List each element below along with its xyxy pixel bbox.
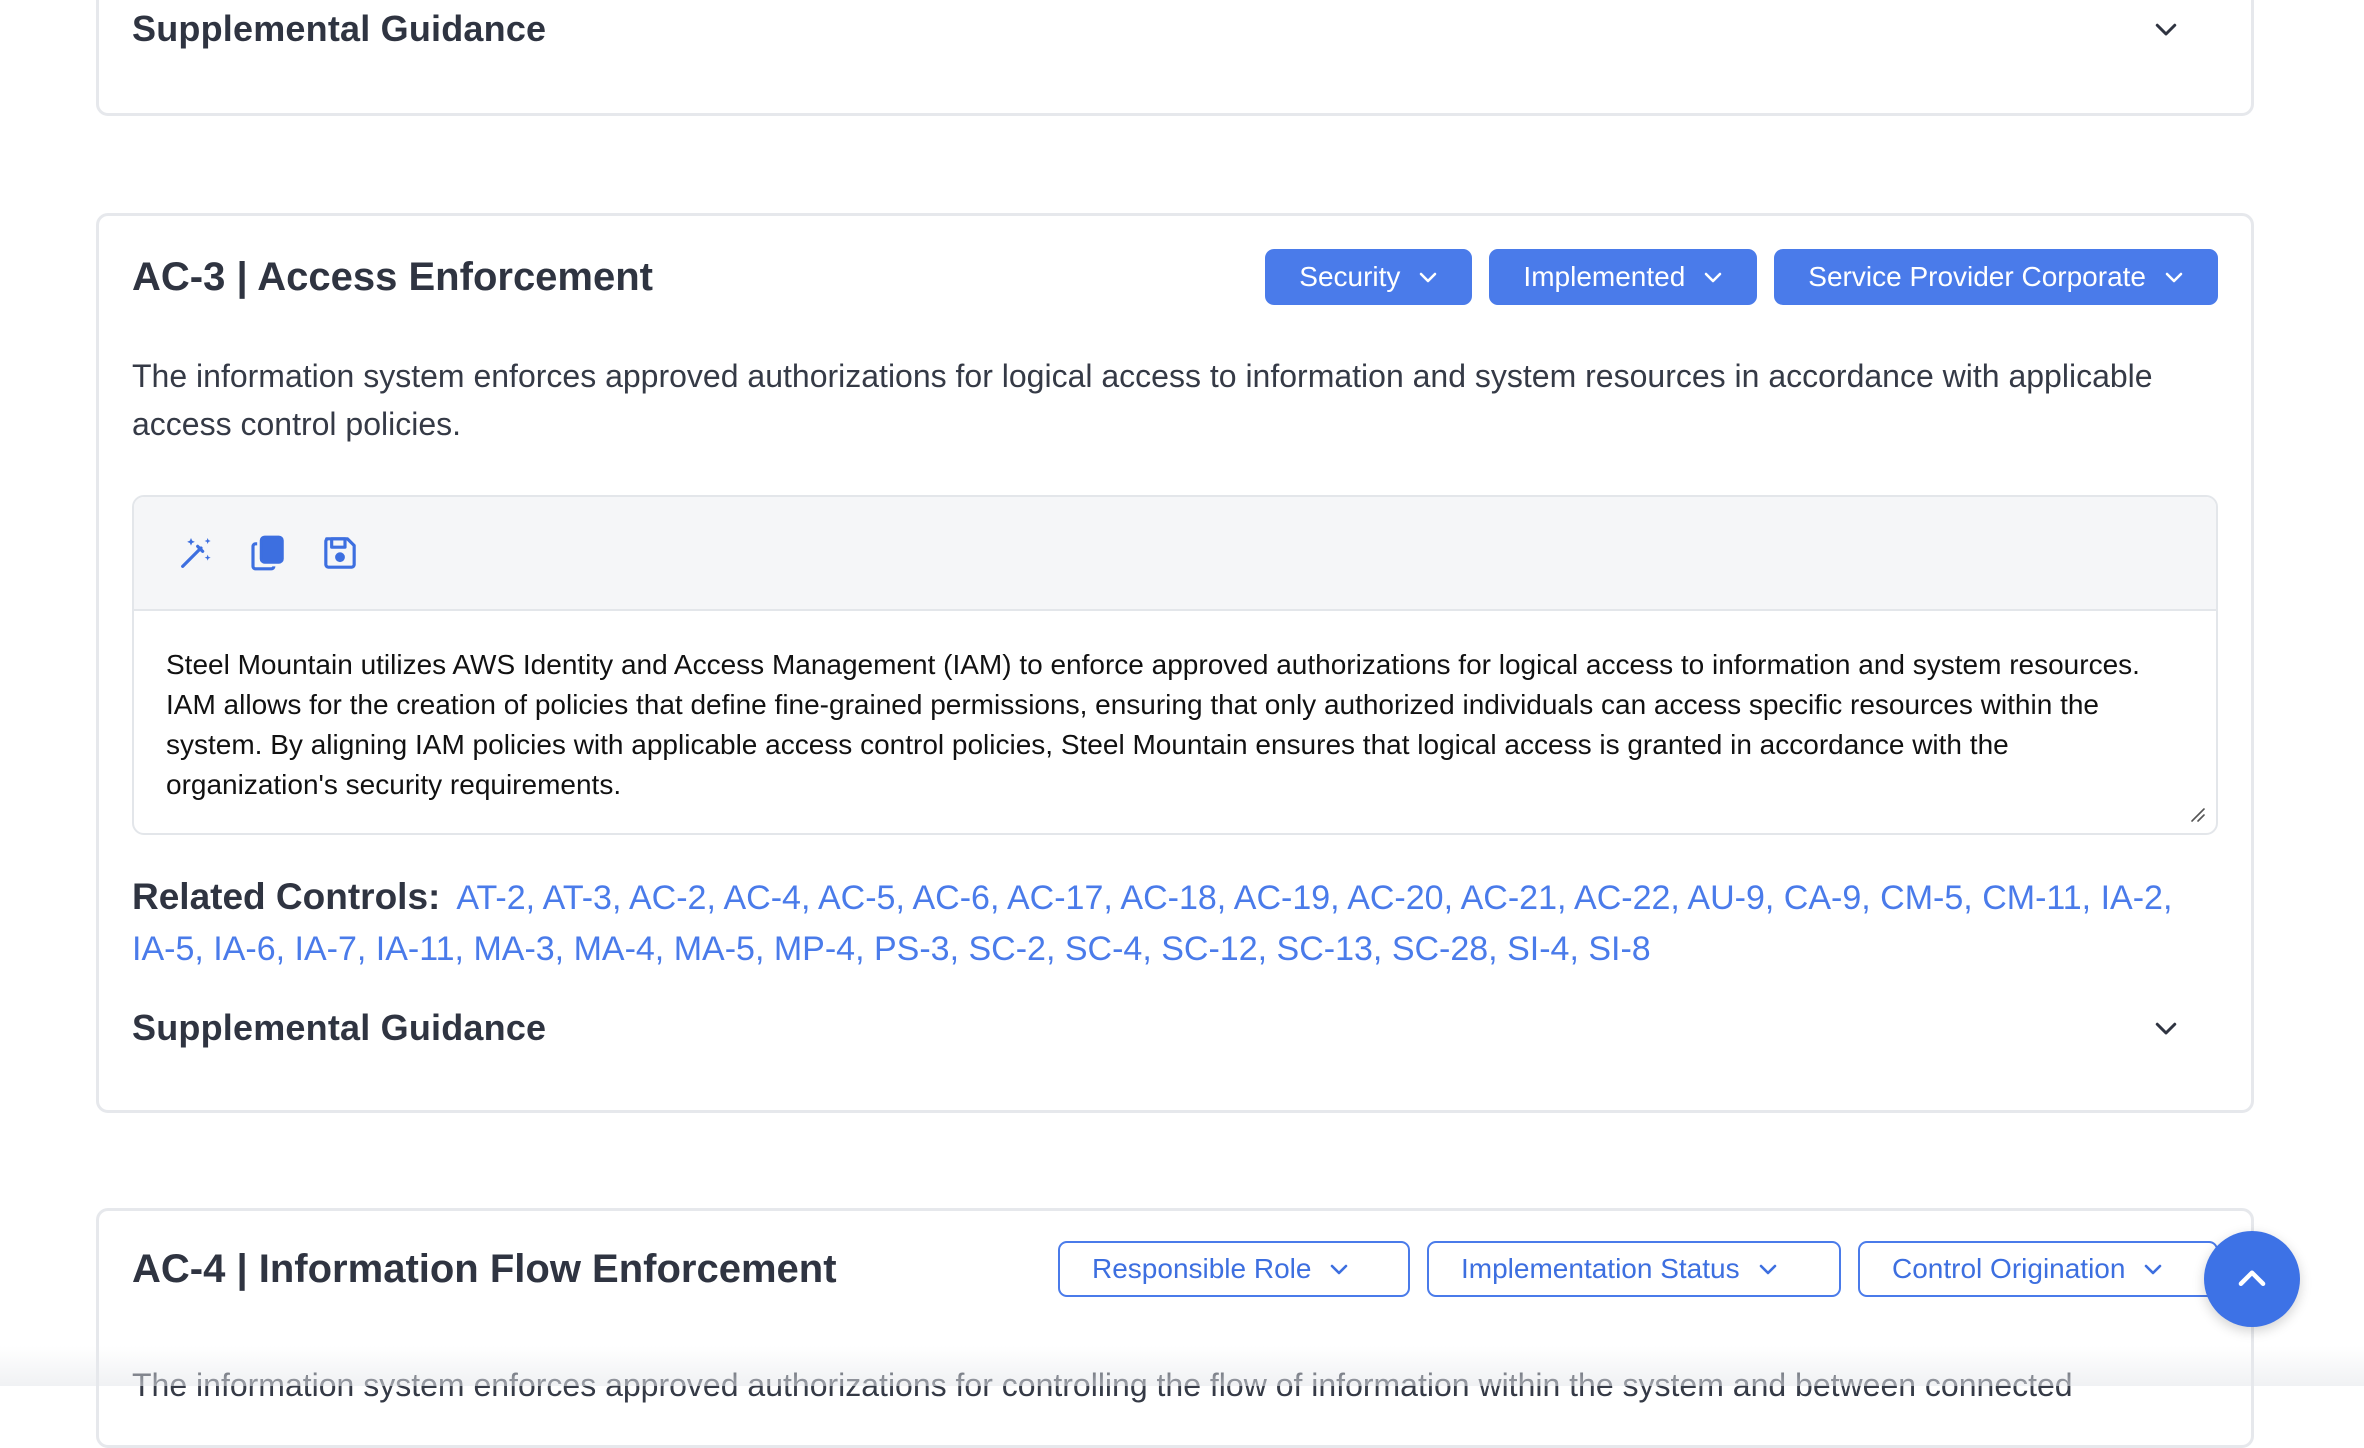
related-control-link[interactable]: CM-5,: [1880, 879, 1973, 917]
chevron-down-icon: [2145, 1264, 2162, 1275]
related-control-link[interactable]: AC-18,: [1120, 879, 1226, 917]
copy-icon[interactable]: [246, 531, 290, 575]
related-control-link[interactable]: MA-4,: [574, 930, 665, 968]
related-control-link[interactable]: AU-9,: [1687, 879, 1774, 917]
card-header: AC-3 | Access Enforcement Security Imple…: [132, 249, 2218, 305]
implementation-status-placeholder: Implementation Status: [1461, 1253, 1740, 1284]
control-dropdowns: Security Implemented Service Provider Co…: [1265, 249, 2218, 305]
related-control-link[interactable]: IA-7,: [295, 930, 367, 968]
responsible-role-dropdown[interactable]: Security: [1265, 249, 1473, 305]
chevron-up-icon: [2238, 1270, 2266, 1286]
related-control-link[interactable]: IA-2,: [2101, 879, 2173, 917]
implementation-status-dropdown[interactable]: Implemented: [1489, 249, 1758, 305]
related-control-link[interactable]: AT-2,: [456, 879, 535, 917]
implementation-status-dropdown[interactable]: Implementation Status: [1427, 1241, 1841, 1297]
implementation-textarea[interactable]: Steel Mountain utilizes AWS Identity and…: [134, 611, 2216, 833]
implementation-text: Steel Mountain utilizes AWS Identity and…: [166, 649, 2140, 800]
chevron-down-icon[interactable]: [2149, 12, 2183, 46]
control-title: AC-4 | Information Flow Enforcement: [132, 1246, 837, 1291]
related-control-link[interactable]: IA-6,: [213, 930, 285, 968]
control-origination-dropdown[interactable]: Control Origination: [1858, 1241, 2218, 1297]
card-header: AC-4 | Information Flow Enforcement Resp…: [132, 1241, 2218, 1297]
control-description: The information system enforces approved…: [132, 1367, 2073, 1403]
responsible-role-value: Security: [1299, 261, 1401, 292]
chevron-down-icon: [1704, 272, 1722, 283]
related-control-link[interactable]: SC-13,: [1277, 930, 1383, 968]
control-origination-value: Service Provider Corporate: [1808, 261, 2146, 292]
supplemental-guidance-row[interactable]: Supplemental Guidance: [132, 1002, 2183, 1054]
control-dropdowns: Responsible Role Implementation Status C…: [1058, 1241, 2218, 1297]
control-card-ac-3: AC-3 | Access Enforcement Security Imple…: [96, 213, 2254, 1113]
related-control-link[interactable]: SC-4,: [1065, 930, 1152, 968]
scroll-to-top-button[interactable]: [2204, 1231, 2300, 1327]
control-title: AC-3 | Access Enforcement: [132, 254, 653, 299]
implementation-status-value: Implemented: [1523, 261, 1686, 292]
save-icon[interactable]: [318, 531, 362, 575]
related-control-link[interactable]: SI-4,: [1507, 930, 1579, 968]
related-control-link[interactable]: MA-3,: [473, 930, 564, 968]
implementation-editor: Steel Mountain utilizes AWS Identity and…: [132, 495, 2218, 835]
related-control-link[interactable]: SC-12,: [1161, 930, 1267, 968]
related-control-link[interactable]: SC-28,: [1392, 930, 1498, 968]
supplemental-guidance-title: Supplemental Guidance: [132, 8, 547, 49]
related-control-link[interactable]: AC-17,: [1007, 879, 1113, 917]
resize-handle-icon[interactable]: [2188, 805, 2206, 823]
related-controls: Related Controls: AT-2, AT-3, AC-2, AC-4,…: [132, 871, 2218, 975]
chevron-down-icon: [2165, 272, 2183, 283]
magic-wand-icon[interactable]: [174, 531, 218, 575]
related-control-link[interactable]: MA-5,: [674, 930, 765, 968]
control-description: The information system enforces approved…: [132, 358, 2153, 442]
related-control-link[interactable]: MP-4,: [774, 930, 865, 968]
related-control-link[interactable]: SC-2,: [969, 930, 1056, 968]
supplemental-guidance-title: Supplemental Guidance: [132, 1007, 547, 1048]
control-origination-dropdown[interactable]: Service Provider Corporate: [1774, 249, 2218, 305]
related-control-link[interactable]: AT-3,: [543, 879, 622, 917]
supplemental-guidance-row[interactable]: Supplemental Guidance: [132, 3, 2183, 55]
related-control-link[interactable]: PS-3,: [874, 930, 959, 968]
related-controls-label: Related Controls:: [132, 876, 441, 917]
related-control-link[interactable]: IA-5,: [132, 930, 204, 968]
chevron-down-icon: [1420, 272, 1437, 283]
related-control-link[interactable]: AC-21,: [1461, 879, 1567, 917]
chevron-down-icon: [1759, 1264, 1776, 1275]
related-control-link[interactable]: CA-9,: [1784, 879, 1871, 917]
chevron-down-icon[interactable]: [2149, 1011, 2183, 1045]
responsible-role-dropdown[interactable]: Responsible Role: [1058, 1241, 1410, 1297]
chevron-down-icon: [1331, 1264, 1348, 1275]
related-control-link[interactable]: SI-8: [1588, 930, 1650, 968]
related-control-link[interactable]: AC-2,: [629, 879, 716, 917]
related-control-link[interactable]: AC-19,: [1234, 879, 1340, 917]
responsible-role-placeholder: Responsible Role: [1092, 1253, 1312, 1284]
control-card-ac-4: AC-4 | Information Flow Enforcement Resp…: [96, 1208, 2254, 1448]
related-control-link[interactable]: AC-20,: [1347, 879, 1453, 917]
related-control-link[interactable]: AC-4,: [723, 879, 810, 917]
related-control-link[interactable]: AC-22,: [1574, 879, 1680, 917]
control-card-previous: Supplemental Guidance: [96, 0, 2254, 116]
editor-toolbar: [134, 497, 2216, 611]
related-control-link[interactable]: AC-5,: [818, 879, 905, 917]
related-control-link[interactable]: AC-6,: [912, 879, 999, 917]
control-origination-placeholder: Control Origination: [1892, 1253, 2126, 1284]
related-control-link[interactable]: IA-11,: [376, 930, 464, 968]
related-control-link[interactable]: CM-11,: [1982, 879, 2091, 917]
